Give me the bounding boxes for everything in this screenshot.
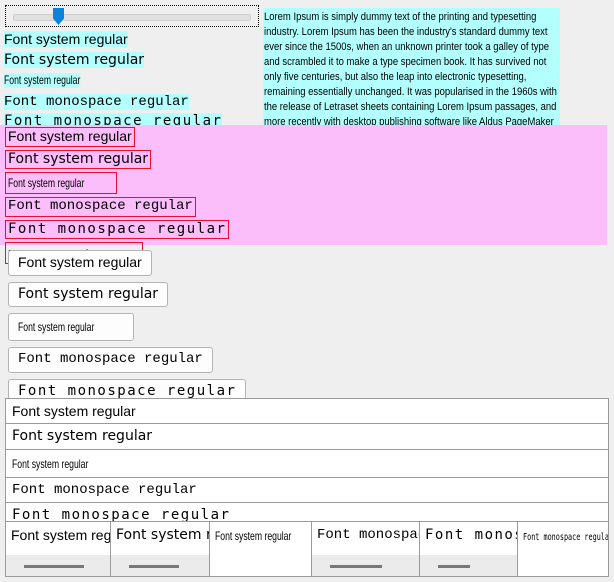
button-sample-row: Font monospace regular bbox=[0, 347, 614, 379]
card-title: Font system regular bbox=[116, 527, 209, 543]
button-monospace-mono[interactable]: Font monospace regular bbox=[8, 347, 213, 373]
slider-track[interactable] bbox=[13, 14, 251, 21]
highlighted-sample-row: Font system regular bbox=[4, 30, 259, 49]
field-system-dejavu[interactable]: Font system regular bbox=[5, 423, 609, 450]
card-monospace-mono[interactable]: Font monospace regular bbox=[312, 522, 420, 576]
card-system-condensed[interactable]: Font system regular bbox=[210, 522, 312, 576]
card-monospace-condensed[interactable]: Font monospace regular bbox=[518, 522, 608, 576]
button-system-dejavu[interactable]: Font system regular bbox=[8, 281, 169, 307]
outlined-sample-row: Font system regular bbox=[0, 148, 607, 171]
slider-thumb[interactable] bbox=[53, 8, 64, 25]
button-system-sans[interactable]: Font system regular bbox=[8, 250, 152, 276]
outlined-box-system-sans: Font system regular bbox=[5, 127, 135, 147]
field-monospace-mono[interactable]: Font monospace regular bbox=[5, 476, 609, 504]
field-system-condensed[interactable]: Font system regular bbox=[5, 448, 609, 478]
sample-text-system-condensed: Font system regular bbox=[4, 73, 81, 88]
button-sample-section: Font system regular Font system regular … bbox=[0, 250, 614, 438]
outlined-sample-row: Font monospace regular bbox=[0, 195, 607, 218]
sample-text-system-dejavu: Font system regular bbox=[4, 52, 145, 69]
card-rule bbox=[129, 565, 179, 568]
outlined-sample-row: Font system regular bbox=[0, 170, 607, 195]
card-title: Font monospace regular bbox=[317, 527, 419, 543]
slider-container[interactable] bbox=[5, 5, 259, 27]
highlighted-sample-row: Font system regular bbox=[4, 70, 259, 89]
outlined-box-system-dejavu: Font system regular bbox=[5, 149, 152, 169]
card-footer bbox=[312, 554, 419, 576]
card-system-dejavu[interactable]: Font system regular bbox=[111, 522, 210, 576]
button-sample-row: Font system regular bbox=[0, 313, 614, 347]
card-monospace-dejavu[interactable]: Font monospace regular bbox=[420, 522, 518, 576]
card-footer bbox=[420, 554, 517, 576]
field-system-sans[interactable]: Font system regular bbox=[5, 398, 609, 425]
button-system-condensed[interactable]: Font system regular bbox=[8, 313, 135, 341]
button-sample-row: Font system regular bbox=[0, 250, 614, 282]
card-system-sans[interactable]: Font system regular bbox=[6, 522, 111, 576]
button-sample-row: Font system regular bbox=[0, 281, 614, 314]
highlighted-sample-row: Font system regular bbox=[4, 50, 259, 69]
card-rule bbox=[330, 565, 382, 568]
card-rule bbox=[438, 565, 470, 568]
outlined-box-monospace-dejavu: Font monospace regular bbox=[5, 219, 230, 239]
outlined-sample-row: Font system regular bbox=[0, 125, 607, 148]
top-section: Font system regular Font system regular … bbox=[0, 0, 614, 150]
outlined-box-monospace-mono: Font monospace regular bbox=[5, 197, 196, 217]
card-title: Font monospace regular bbox=[523, 532, 608, 543]
card-title: Font monospace regular bbox=[425, 527, 517, 543]
pink-band-section: Font system regular Font system regular … bbox=[0, 125, 607, 264]
card-footer bbox=[6, 554, 110, 576]
card-rule bbox=[24, 565, 84, 568]
sample-text-system-sans: Font system regular bbox=[4, 31, 128, 47]
outlined-box-system-condensed: Font system regular bbox=[5, 172, 118, 194]
sample-text-monospace-mono: Font monospace regular bbox=[4, 93, 189, 110]
card-title: Font system regular bbox=[215, 529, 292, 543]
card-strip-section: Font system regular Font system regular … bbox=[5, 521, 609, 577]
card-footer bbox=[111, 554, 209, 576]
highlighted-sample-row: Font monospace regular bbox=[4, 91, 259, 111]
outlined-sample-row: Font monospace regular bbox=[0, 218, 607, 241]
card-title: Font system regular bbox=[11, 527, 110, 543]
